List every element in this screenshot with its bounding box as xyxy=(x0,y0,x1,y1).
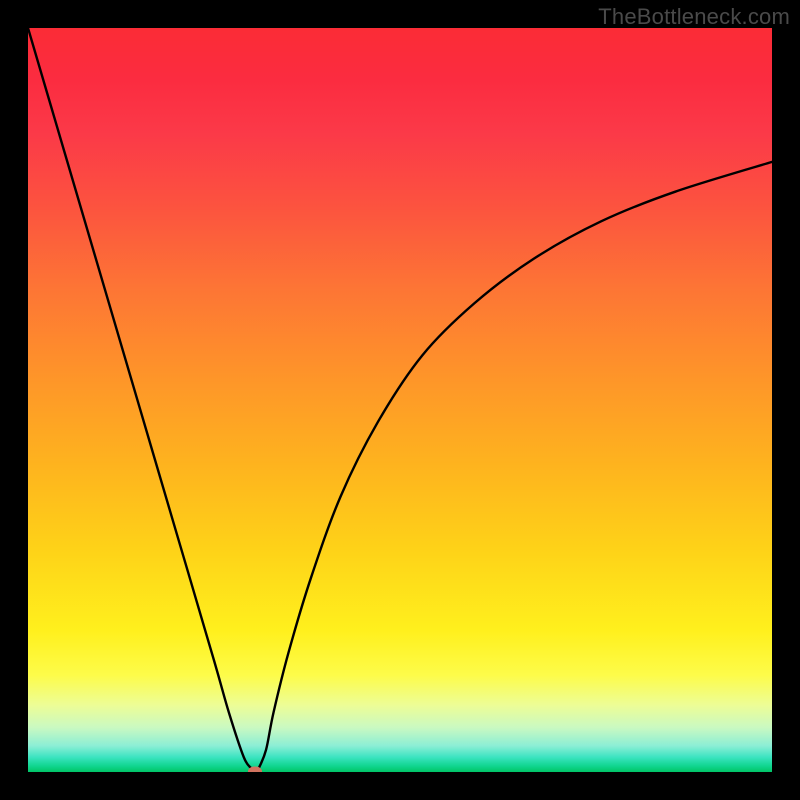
bottleneck-curve xyxy=(28,28,772,772)
plot-area xyxy=(28,28,772,772)
curve-svg xyxy=(28,28,772,772)
chart-frame: TheBottleneck.com xyxy=(0,0,800,800)
optimal-point-marker xyxy=(248,767,262,773)
watermark-text: TheBottleneck.com xyxy=(598,4,790,30)
